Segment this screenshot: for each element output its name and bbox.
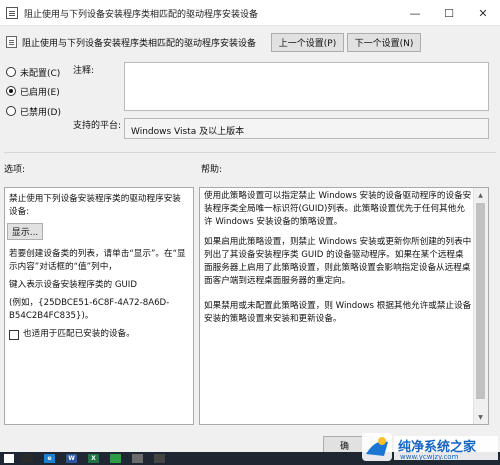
word-icon[interactable]: W [66, 454, 77, 463]
setting-name: 阻止使用与下列设备安装程序类相匹配的驱动程序安装设备 [22, 39, 257, 49]
show-button[interactable]: 显示... [7, 223, 43, 240]
apply-to-installed-box[interactable] [9, 329, 19, 340]
ie-icon[interactable]: e [44, 454, 55, 463]
radio-enabled[interactable]: 已启用(E) [6, 84, 60, 98]
apply-to-installed-checkbox[interactable]: 也适用于匹配已安装的设备。 [9, 328, 135, 341]
app-icon[interactable] [22, 454, 33, 463]
next-setting-button[interactable]: 下一个设置(N) [347, 33, 421, 52]
options-title: 禁止使用下列设备安装程序类的驱动程序安装设备: [9, 194, 181, 217]
options-label: 选项: [4, 165, 26, 175]
setting-icon [6, 36, 17, 48]
comment-input[interactable] [124, 62, 489, 111]
watermark-url: www.ycwjzy.com [400, 453, 459, 461]
help-paragraph-3: 如果禁用或未配置此策略设置，则 Windows 根据其他允许或禁止设备安装的策略… [204, 301, 472, 324]
radio-disabled[interactable]: 已禁用(D) [6, 104, 61, 118]
comment-scroll-area [474, 63, 488, 110]
watermark: 纯净系统之家 www.ycwjzy.com [360, 430, 500, 465]
guid-prompt: 键入表示设备安装程序类的 GUID [9, 280, 137, 290]
apply-to-installed-label: 也适用于匹配已安装的设备。 [23, 329, 135, 339]
policy-icon [6, 7, 18, 19]
scroll-down-icon[interactable]: ▼ [473, 410, 488, 424]
help-paragraph-2: 如果启用此策略设置，则禁止 Windows 安装或更新你所创建的列表中列出了其设… [204, 237, 472, 286]
window-title: 阻止使用与下列设备安装程序类相匹配的驱动程序安装设备 [24, 10, 259, 20]
section-divider [4, 152, 496, 153]
help-paragraph-1: 使用此策略设置可以指定禁止 Windows 安装的设备驱动程序的设备安装程序类全… [204, 191, 472, 227]
help-label: 帮助: [201, 165, 223, 175]
chat-icon[interactable] [110, 454, 121, 463]
gear-icon[interactable] [132, 454, 143, 463]
maximize-button[interactable]: ☐ [432, 0, 466, 26]
supported-platform-field: Windows Vista 及以上版本 [124, 118, 489, 139]
radio-disabled-circle[interactable] [6, 106, 16, 116]
radio-not-configured-circle[interactable] [6, 67, 16, 77]
supported-label: 支持的平台: [73, 121, 122, 131]
close-button[interactable]: ✕ [466, 0, 500, 26]
minimize-button[interactable]: — [398, 0, 432, 26]
radio-not-configured[interactable]: 未配置(C) [6, 65, 60, 79]
comment-label: 注释: [73, 66, 95, 76]
scroll-thumb[interactable] [476, 203, 485, 399]
excel-icon[interactable]: X [88, 454, 99, 463]
radio-disabled-label: 已禁用(D) [20, 107, 61, 118]
guid-example: (例如，{25DBCE51-6C8F-4A72-8A6D-B54C2B4FC83… [9, 298, 170, 321]
radio-not-configured-label: 未配置(C) [20, 68, 61, 79]
start-icon[interactable] [4, 454, 14, 463]
options-instruction: 若要创建设备类的列表，请单击“显示”。在“显示内容”对话框的“值”列中， [9, 249, 186, 272]
radio-enabled-circle[interactable] [6, 86, 16, 96]
previous-setting-button[interactable]: 上一个设置(P) [271, 33, 344, 52]
scroll-up-icon[interactable]: ▲ [473, 188, 488, 202]
cortana-icon[interactable] [154, 454, 165, 463]
radio-enabled-label: 已启用(E) [20, 87, 60, 98]
